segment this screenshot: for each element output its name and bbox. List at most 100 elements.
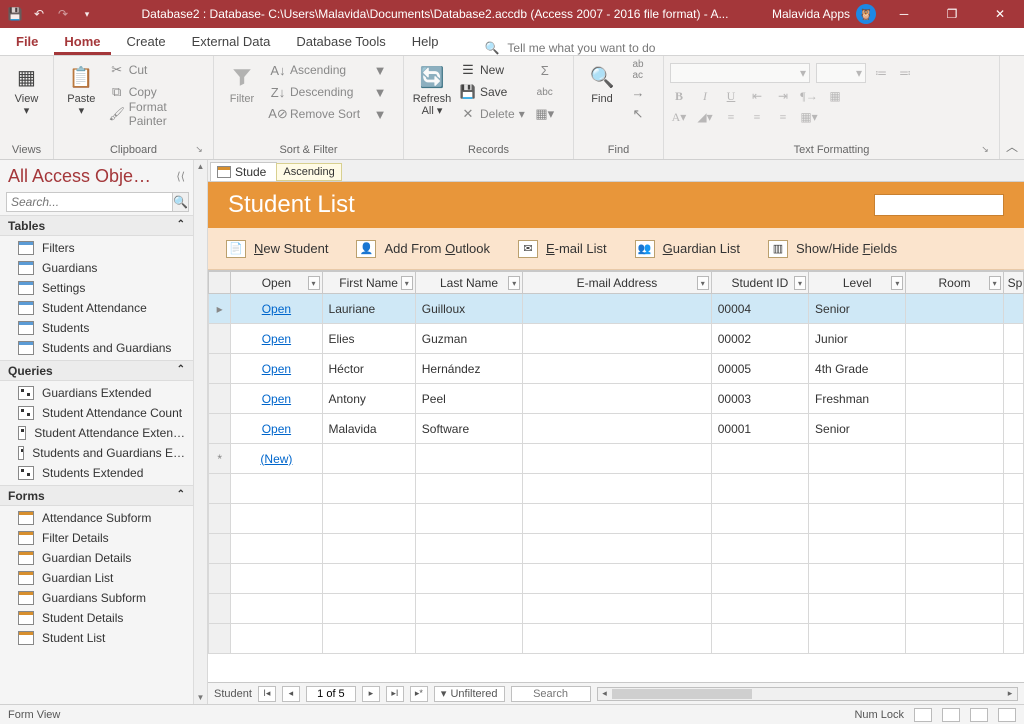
table-row[interactable]: OpenMalavidaSoftware00001Senior (209, 414, 1024, 444)
cell-first-name[interactable]: Antony (322, 384, 415, 414)
new-student-button[interactable]: 📄New Student (226, 240, 328, 258)
cell-last-name[interactable]: Guzman (415, 324, 522, 354)
nav-section-queries[interactable]: Queries⌃ (0, 360, 193, 381)
row-selector[interactable] (209, 384, 231, 414)
cell-level[interactable]: 4th Grade (809, 354, 906, 384)
column-dropdown-icon[interactable]: ▾ (794, 276, 806, 290)
cell-level[interactable]: Junior (809, 324, 906, 354)
font-color-button[interactable]: A▾ (670, 110, 688, 125)
row-selector[interactable]: * (209, 444, 231, 474)
undo-icon[interactable]: ↶ (28, 3, 50, 25)
indent-decrease-icon[interactable]: ⇤ (748, 89, 766, 104)
bold-button[interactable]: B (670, 89, 688, 104)
replace-button[interactable]: abac (628, 59, 648, 81)
prev-record-button[interactable]: ◂ (282, 686, 300, 702)
column-header[interactable]: Student ID▾ (711, 272, 808, 294)
nav-item[interactable]: Students and Guardians (0, 338, 193, 358)
horizontal-scrollbar[interactable]: ◂ ▸ (597, 687, 1018, 701)
tab-database-tools[interactable]: Database Tools (286, 30, 395, 55)
scroll-up-icon[interactable]: ▲ (197, 162, 205, 171)
nav-item[interactable]: Students and Guardians E… (0, 443, 193, 463)
nav-item[interactable]: Guardian List (0, 568, 193, 588)
open-link[interactable]: Open (231, 384, 322, 414)
font-name-select[interactable]: ▾ (670, 63, 810, 83)
open-link[interactable]: Open (231, 414, 322, 444)
alt-fill-icon[interactable]: ▦▾ (800, 110, 818, 125)
column-header[interactable]: Sp (1003, 272, 1023, 294)
scroll-right-icon[interactable]: ▸ (1003, 688, 1017, 699)
cell-student-id[interactable]: 00005 (711, 354, 808, 384)
new-row[interactable]: *(New) (209, 444, 1024, 474)
column-dropdown-icon[interactable]: ▾ (989, 276, 1001, 290)
cell-email[interactable] (523, 414, 712, 444)
column-dropdown-icon[interactable]: ▾ (401, 276, 413, 290)
search-icon[interactable]: 🔍 (173, 192, 189, 212)
cell-extra[interactable] (1003, 324, 1023, 354)
nav-section-forms[interactable]: Forms⌃ (0, 485, 193, 506)
column-header[interactable]: Room▾ (906, 272, 1003, 294)
nav-item[interactable]: Students (0, 318, 193, 338)
qat-customize-icon[interactable]: ▾ (76, 3, 98, 25)
scroll-left-icon[interactable]: ◂ (598, 688, 612, 699)
guardian-list-button[interactable]: 👥Guardian List (635, 240, 740, 258)
cell-room[interactable] (906, 414, 1003, 444)
open-link[interactable]: Open (231, 354, 322, 384)
descending-button[interactable]: Z↓Descending (268, 81, 362, 103)
tab-file[interactable]: File (6, 30, 48, 55)
scroll-down-icon[interactable]: ▼ (197, 693, 205, 702)
last-record-button[interactable]: ▸I (386, 686, 404, 702)
selection-filter-button[interactable]: ▼ (370, 59, 390, 81)
italic-button[interactable]: I (696, 89, 714, 104)
cell-last-name[interactable]: Peel (415, 384, 522, 414)
cell-extra[interactable] (1003, 414, 1023, 444)
format-painter-button[interactable]: 🖌Format Painter (107, 103, 207, 125)
totals-button[interactable]: Σ (535, 59, 555, 81)
row-selector[interactable] (209, 324, 231, 354)
cell-email[interactable] (523, 354, 712, 384)
refresh-all-button[interactable]: 🔄 Refresh All ▾ (410, 59, 454, 117)
nav-item[interactable]: Settings (0, 278, 193, 298)
minimize-button[interactable]: ─ (884, 0, 924, 28)
column-dropdown-icon[interactable]: ▾ (308, 276, 320, 290)
nav-item[interactable]: Attendance Subform (0, 508, 193, 528)
nav-item[interactable]: Guardians Extended (0, 383, 193, 403)
align-left-icon[interactable]: ≡ (722, 110, 740, 125)
navpane-scrollbar[interactable]: ▲ ▼ (193, 160, 207, 704)
layout-view-button[interactable] (970, 708, 988, 722)
save-record-button[interactable]: 💾Save (458, 81, 527, 103)
nav-item[interactable]: Student Details (0, 608, 193, 628)
close-button[interactable]: ✕ (980, 0, 1020, 28)
cell-level[interactable]: Freshman (809, 384, 906, 414)
row-selector[interactable]: ▸ (209, 294, 231, 324)
advanced-filter-button[interactable]: ▼ (370, 81, 390, 103)
cell-first-name[interactable]: Malavida (322, 414, 415, 444)
scrollbar-thumb[interactable] (612, 689, 752, 699)
filter-status[interactable]: ▾Unfiltered (434, 686, 505, 702)
open-link[interactable]: Open (231, 294, 322, 324)
record-position-input[interactable] (306, 686, 356, 702)
form-view-button[interactable] (914, 708, 932, 722)
show-hide-fields-button[interactable]: ▥Show/Hide Fields (768, 240, 897, 258)
cell-last-name[interactable]: Guilloux (415, 294, 522, 324)
cell-email[interactable] (523, 294, 712, 324)
cut-button[interactable]: ✂Cut (107, 59, 207, 81)
nav-item[interactable]: Guardians Subform (0, 588, 193, 608)
dialog-launcher-icon[interactable]: ↘ (979, 144, 991, 156)
cell-first-name[interactable]: Lauriane (322, 294, 415, 324)
nav-item[interactable]: Student Attendance Exten… (0, 423, 193, 443)
open-link[interactable]: Open (231, 324, 322, 354)
remove-sort-button[interactable]: A⊘Remove Sort (268, 103, 362, 125)
nav-item[interactable]: Students Extended (0, 463, 193, 483)
underline-button[interactable]: U (722, 89, 740, 104)
row-selector[interactable] (209, 354, 231, 384)
column-header[interactable]: First Name▾ (322, 272, 415, 294)
column-dropdown-icon[interactable]: ▾ (508, 276, 520, 290)
bullets-icon[interactable]: ≔ (872, 66, 890, 81)
find-button[interactable]: 🔍 Find (580, 59, 624, 105)
row-selector-header[interactable] (209, 272, 231, 294)
cell-extra[interactable] (1003, 384, 1023, 414)
toggle-filter-button[interactable]: ▼ (370, 103, 390, 125)
delete-record-button[interactable]: ✕Delete ▾ (458, 103, 527, 125)
table-row[interactable]: OpenEliesGuzman00002Junior (209, 324, 1024, 354)
nav-item[interactable]: Student Attendance (0, 298, 193, 318)
